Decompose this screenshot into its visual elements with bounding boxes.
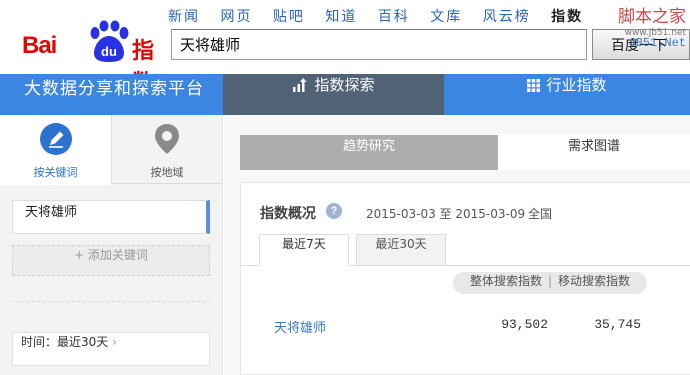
- date-range: 2015-03-03 至 2015-03-09: [366, 207, 526, 221]
- trend-up-icon: [293, 78, 307, 92]
- time-range-label: 时间：最近30天: [21, 335, 109, 349]
- top-nav: 新闻 网页 贴吧 知道 百科 文库 风云榜 指数: [168, 6, 599, 26]
- tab-by-keyword-label: 按关键词: [33, 166, 78, 179]
- baidu-paw-icon: du: [90, 20, 129, 62]
- nav-link-fengyunbang[interactable]: 风云榜: [483, 6, 531, 26]
- left-sidebar: 按关键词 按地域 天将雄师 + 添加关键词 时间：最近30天 ›: [0, 115, 223, 375]
- grid-icon: [527, 79, 541, 92]
- nav-link-zhidao[interactable]: 知道: [325, 6, 357, 26]
- search-input[interactable]: [171, 29, 587, 60]
- watermark-domain: JB51.Net: [628, 36, 686, 50]
- tab-by-region-label: 按地域: [150, 166, 184, 179]
- tab-last-7-days[interactable]: 最近7天: [259, 234, 349, 266]
- edit-pen-icon: [39, 123, 72, 155]
- tab-by-region[interactable]: 按地域: [111, 115, 222, 184]
- overview-title: 指数概况: [260, 206, 316, 222]
- tab-index-explore-label: 指数探索: [314, 76, 375, 94]
- nav-link-index[interactable]: 指数: [551, 6, 583, 26]
- tab-last-30-days[interactable]: 最近30天: [356, 234, 446, 266]
- baidu-index-logo[interactable]: Bai du 指数: [22, 20, 162, 96]
- analysis-tabs: 趋势研究 需求图谱: [240, 135, 690, 170]
- logo-du-text: du: [101, 44, 117, 59]
- tab-industry-index[interactable]: 行业指数: [444, 74, 690, 115]
- main-content: 趋势研究 需求图谱 指数概况 ? 2015-03-03 至 2015-03-09…: [224, 115, 690, 375]
- watermark-title: 脚本之家: [618, 7, 686, 27]
- metric-total-label: 整体搜索指数: [469, 274, 542, 288]
- tab-industry-index-label: 行业指数: [546, 76, 607, 94]
- metric-separator: |: [547, 274, 553, 288]
- nav-link-wenku[interactable]: 文库: [430, 6, 462, 26]
- add-keyword-button[interactable]: + 添加关键词: [12, 245, 210, 276]
- sidebar-separator: [12, 301, 210, 302]
- metric-header: 整体搜索指数 | 移动搜索指数: [453, 272, 647, 294]
- logo-bai-text: Bai: [22, 32, 57, 59]
- tab-by-keyword[interactable]: 按关键词: [0, 115, 111, 184]
- mobile-search-index-value: 35,745: [594, 317, 641, 332]
- nav-link-news[interactable]: 新闻: [168, 6, 200, 26]
- time-range-selector[interactable]: 时间：最近30天 ›: [12, 332, 210, 366]
- sidebar-tab-divider: [0, 184, 111, 185]
- total-search-index-value: 93,502: [501, 317, 548, 332]
- index-overview-panel: 指数概况 ? 2015-03-03 至 2015-03-09 全国 最近7天 最…: [240, 182, 690, 375]
- nav-link-tieba[interactable]: 贴吧: [273, 6, 305, 26]
- tab-index-explore[interactable]: 指数探索: [223, 74, 444, 115]
- main-nav-bar: 大数据分享和探索平台 指数探索 行业指数: [0, 74, 690, 115]
- help-icon[interactable]: ?: [326, 203, 342, 219]
- keyword-item[interactable]: 天将雄师: [12, 200, 210, 234]
- platform-title: 大数据分享和探索平台: [24, 79, 204, 99]
- nav-link-web[interactable]: 网页: [220, 6, 252, 26]
- tab-trend-research[interactable]: 趋势研究: [240, 135, 498, 170]
- top-header: Bai du 指数 新闻 网页 贴吧 知道 百科 文库 风云榜 指数 百度一下 …: [0, 0, 690, 96]
- tab-demand-map[interactable]: 需求图谱: [498, 135, 690, 170]
- keyword-link[interactable]: 天将雄师: [274, 317, 326, 336]
- chevron-right-icon: ›: [112, 335, 118, 349]
- nav-link-baike[interactable]: 百科: [378, 6, 410, 26]
- site-watermark: 脚本之家 www.jb51.net JB51.Net: [618, 2, 686, 50]
- region-label: 全国: [528, 207, 553, 221]
- metric-mobile-label: 移动搜索指数: [558, 274, 631, 288]
- location-pin-icon: [155, 124, 179, 154]
